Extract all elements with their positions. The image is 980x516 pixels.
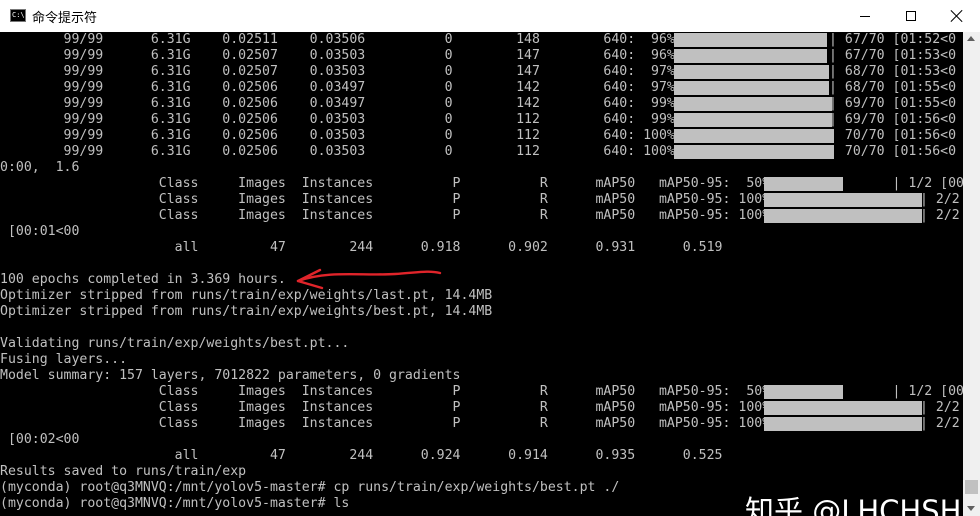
console-line: Optimizer stripped from runs/train/exp/w… xyxy=(0,304,493,319)
epoch-progress-bar xyxy=(674,97,832,111)
minimize-icon xyxy=(860,16,870,17)
app-icon-text: C:\ xyxy=(12,11,25,19)
progress-tail: | 67/70 [01:52<0 xyxy=(829,32,957,47)
progress-tail: | 69/70 [01:55<0 xyxy=(829,96,957,111)
progress-tail: | 1/2 [00: xyxy=(829,176,963,191)
console-line: Class Images Instances P R mAP50 mAP50-9… xyxy=(0,400,779,415)
maximize-button[interactable] xyxy=(888,0,934,32)
scrollbar-thumb[interactable] xyxy=(965,480,978,494)
progress-tail: | 67/70 [01:53<0 xyxy=(829,48,957,63)
console-line: 99/99 6.31G 0.02506 0.03503 0 112 640: 9… xyxy=(0,112,683,127)
title-bar[interactable]: C:\ 命令提示符 xyxy=(0,0,980,32)
progress-tail: | 69/70 [01:56<0 xyxy=(829,112,957,127)
console-line: Fusing layers... xyxy=(0,352,128,367)
console-line: 0:00, 1.6 xyxy=(0,160,80,175)
epoch-progress-bar xyxy=(674,49,827,63)
progress-tail: | 2/2 xyxy=(920,208,960,223)
close-icon xyxy=(949,8,965,24)
epoch-progress-bar xyxy=(674,33,827,47)
console-line: [00:02<00 xyxy=(0,432,80,447)
console-line: Class Images Instances P R mAP50 mAP50-9… xyxy=(0,176,779,191)
scroll-down-arrow-icon[interactable] xyxy=(967,506,975,511)
progress-tail: | 2/2 xyxy=(920,416,960,431)
console-line: 99/99 6.31G 0.02506 0.03497 0 142 640: 9… xyxy=(0,96,683,111)
progress-tail: | 2/2 xyxy=(920,192,960,207)
epoch-progress-bar xyxy=(674,113,832,127)
console-line: 100 epochs completed in 3.369 hours. xyxy=(0,272,286,287)
val-progress-bar xyxy=(764,385,843,399)
zhihu-watermark: 知乎 @LHCHSH xyxy=(745,494,962,516)
console-line: all 47 244 0.918 0.902 0.931 0.519 xyxy=(0,240,723,255)
console-line: Optimizer stripped from runs/train/exp/w… xyxy=(0,288,493,303)
progress-tail: | 68/70 [01:53<0 xyxy=(829,64,957,79)
val-progress-bar xyxy=(764,177,843,191)
vertical-scrollbar[interactable] xyxy=(963,32,980,516)
console-line: 99/99 6.31G 0.02506 0.03497 0 142 640: 9… xyxy=(0,80,683,95)
progress-tail: | 68/70 [01:55<0 xyxy=(829,80,957,95)
console-line: Class Images Instances P R mAP50 mAP50-9… xyxy=(0,192,779,207)
console-line: (myconda) root@q3MNVQ:/mnt/yolov5-master… xyxy=(0,496,350,511)
console-window: C:\ 命令提示符 99/99 6.31G 0.02511 0.03506 0 … xyxy=(0,0,980,516)
console-line: Class Images Instances P R mAP50 mAP50-9… xyxy=(0,208,779,223)
val-progress-bar xyxy=(764,401,922,415)
console-line: all 47 244 0.924 0.914 0.935 0.525 xyxy=(0,448,723,463)
cmd-app-icon[interactable]: C:\ xyxy=(10,9,26,22)
console-line: Results saved to runs/train/exp xyxy=(0,464,247,479)
console-line: 99/99 6.31G 0.02506 0.03503 0 112 640: 1… xyxy=(0,128,683,143)
progress-tail: | 2/2 xyxy=(920,400,960,415)
window-title: 命令提示符 xyxy=(32,11,98,26)
epoch-progress-bar xyxy=(674,145,834,159)
maximize-icon xyxy=(906,11,916,21)
val-progress-bar xyxy=(764,193,922,207)
minimize-button[interactable] xyxy=(842,0,888,32)
progress-tail: | 70/70 [01:56<0 xyxy=(829,128,957,143)
close-button[interactable] xyxy=(934,0,980,32)
console-line: [00:01<00 xyxy=(0,224,80,239)
val-progress-bar xyxy=(764,417,922,431)
progress-tail: | 70/70 [01:56<0 xyxy=(829,144,957,159)
progress-tail: | 1/2 [00: xyxy=(829,384,963,399)
console-output[interactable]: 99/99 6.31G 0.02511 0.03506 0 148 640: 9… xyxy=(0,32,963,516)
console-line: Class Images Instances P R mAP50 mAP50-9… xyxy=(0,384,779,399)
console-line: 99/99 6.31G 0.02511 0.03506 0 148 640: 9… xyxy=(0,32,683,47)
console-line: 99/99 6.31G 0.02507 0.03503 0 147 640: 9… xyxy=(0,48,683,63)
console-line: Model summary: 157 layers, 7012822 param… xyxy=(0,368,461,383)
console-line: 99/99 6.31G 0.02506 0.03503 0 112 640: 1… xyxy=(0,144,683,159)
epoch-progress-bar xyxy=(674,81,829,95)
console-line: Class Images Instances P R mAP50 mAP50-9… xyxy=(0,416,779,431)
console-line: Validating runs/train/exp/weights/best.p… xyxy=(0,336,350,351)
scroll-up-arrow-icon[interactable] xyxy=(967,36,975,41)
val-progress-bar xyxy=(764,209,922,223)
epoch-progress-bar xyxy=(674,129,834,143)
console-line: 99/99 6.31G 0.02507 0.03503 0 147 640: 9… xyxy=(0,64,683,79)
epoch-progress-bar xyxy=(674,65,829,79)
console-line: (myconda) root@q3MNVQ:/mnt/yolov5-master… xyxy=(0,480,620,495)
